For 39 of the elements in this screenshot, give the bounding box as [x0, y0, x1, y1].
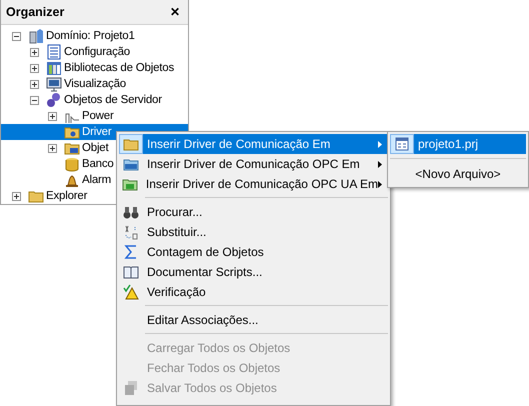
monitor-icon	[46, 76, 62, 92]
book-icon	[123, 264, 139, 280]
tree-item[interactable]: Visualização	[1, 76, 188, 92]
project-file-icon	[394, 136, 410, 152]
collapse-icon[interactable]	[12, 32, 21, 40]
expand-icon[interactable]	[48, 112, 57, 120]
collapse-icon[interactable]	[30, 96, 39, 104]
database-icon	[64, 156, 80, 172]
list-icon	[46, 44, 62, 60]
save-all-icon	[123, 380, 139, 396]
menu-item[interactable]: Procurar...	[119, 202, 388, 222]
submenu-arrow-icon	[378, 180, 382, 188]
menu-item[interactable]: Contagem de Objetos	[119, 242, 388, 262]
menu-item[interactable]: Substituir...	[119, 222, 388, 242]
replace-icon	[123, 224, 139, 240]
warning-check-icon	[123, 284, 139, 300]
sigma-icon	[123, 244, 139, 260]
expand-icon[interactable]	[30, 48, 39, 56]
tree-item[interactable]: Configuração	[1, 44, 188, 60]
panel-title: Organizer	[6, 5, 64, 19]
submenu-arrow-icon	[378, 160, 382, 168]
expand-icon[interactable]	[12, 192, 21, 200]
tree-item[interactable]: Objetos de Servidor	[1, 92, 188, 108]
menu-item[interactable]: Inserir Driver de Comunicação OPC Em	[119, 154, 388, 174]
binoculars-icon	[123, 204, 139, 220]
submenu-arrow-icon	[378, 140, 382, 148]
library-icon	[46, 60, 62, 76]
tree-item[interactable]: Bibliotecas de Objetos	[1, 60, 188, 76]
tree-item[interactable]: Power	[1, 108, 188, 124]
menu-item[interactable]: <Novo Arquivo>	[390, 163, 526, 185]
tree-item[interactable]: Domínio: Projeto1	[1, 28, 188, 44]
menu-item[interactable]: Editar Associações...	[119, 310, 388, 330]
menu-item[interactable]: Documentar Scripts...	[119, 262, 388, 282]
expand-icon[interactable]	[30, 80, 39, 88]
expand-icon[interactable]	[48, 144, 57, 152]
menu-item[interactable]: Verificação	[119, 282, 388, 302]
building-icon	[28, 28, 44, 44]
close-button[interactable]: ✕	[168, 5, 182, 19]
expand-icon[interactable]	[30, 64, 39, 72]
